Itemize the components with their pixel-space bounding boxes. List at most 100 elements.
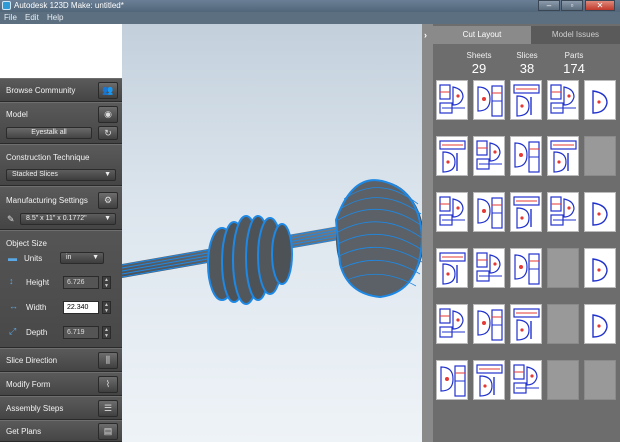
refresh-icon[interactable]: ↻	[98, 126, 118, 140]
width-label: Width	[26, 303, 47, 312]
browse-community-section[interactable]: Browse Community 👥	[0, 78, 122, 102]
menu-file[interactable]: File	[4, 13, 17, 22]
units-label: Units	[24, 254, 43, 263]
material-dropdown[interactable]: 8.5" x 11" x 0.1772" ▼	[20, 213, 116, 225]
width-field[interactable]: 22.340	[63, 301, 99, 314]
left-panel: Browse Community 👥 Model ◉ Eyestalk all …	[0, 78, 122, 442]
cut-parts-drawing	[476, 364, 503, 397]
cut-parts-drawing	[550, 196, 576, 226]
sheet-thumbnail[interactable]	[473, 360, 505, 400]
minimize-button[interactable]: –	[538, 0, 560, 11]
panel-toggle[interactable]: ›	[422, 24, 433, 442]
community-icon[interactable]: 👥	[98, 82, 118, 99]
units-value: in	[66, 254, 72, 261]
assembly-steps-section[interactable]: Assembly Steps ☰	[0, 396, 122, 420]
close-button[interactable]: ✕	[585, 0, 615, 11]
chevron-down-icon: ▼	[92, 254, 99, 261]
window-title: Autodesk 123D Make: untitled*	[14, 1, 124, 10]
tab-cut-layout[interactable]: Cut Layout	[433, 26, 531, 44]
menu-help[interactable]: Help	[47, 13, 63, 22]
sheet-thumbnail[interactable]	[584, 80, 616, 120]
model-section: Model ◉ Eyestalk all ↻	[0, 102, 122, 144]
sheet-thumbnail-empty[interactable]	[547, 360, 579, 400]
construction-technique-label: Construction Technique	[6, 153, 90, 162]
slice-direction-icon[interactable]: ⫼	[98, 352, 118, 369]
sheet-thumbnail[interactable]	[584, 192, 616, 232]
height-label: Height	[26, 278, 50, 287]
chevron-down-icon: ▼	[104, 215, 111, 222]
sheet-thumbnail[interactable]	[510, 360, 542, 400]
pencil-icon[interactable]: ✎	[7, 214, 15, 225]
document-icon[interactable]: ▤	[98, 423, 118, 440]
tab-model-issues[interactable]: Model Issues	[531, 26, 620, 44]
gear-icon[interactable]: ⚙	[98, 192, 118, 209]
slice-direction-label: Slice Direction	[6, 356, 58, 365]
assembly-steps-icon[interactable]: ☰	[98, 400, 118, 417]
cut-parts-drawing	[476, 252, 502, 282]
3d-viewport[interactable]	[121, 24, 424, 442]
cut-parts-drawing	[592, 314, 608, 338]
menu-edit[interactable]: Edit	[25, 13, 39, 22]
slices-value: 38	[519, 61, 535, 76]
cut-parts-drawing	[513, 364, 539, 394]
sheet-thumbnail[interactable]	[547, 80, 579, 120]
cut-parts-drawing	[513, 196, 540, 229]
sheet-thumbnail[interactable]	[473, 248, 505, 288]
sheet-thumbnail[interactable]	[510, 248, 542, 288]
sheet-thumbnail[interactable]	[436, 80, 468, 120]
right-panel: Cut Layout Model Issues Sheets 29 Slices…	[433, 24, 620, 442]
eye-icon[interactable]: ◉	[98, 106, 118, 123]
height-stepper[interactable]: ▲ ▼	[102, 276, 111, 289]
technique-value: Stacked Slices	[12, 171, 58, 178]
app-logo-icon	[2, 1, 11, 10]
modify-form-label: Modify Form	[6, 380, 51, 389]
sheet-thumbnail-empty[interactable]	[547, 248, 579, 288]
sheet-thumbnail-empty[interactable]	[584, 136, 616, 176]
sheet-thumbnail[interactable]	[547, 192, 579, 232]
sheet-thumbnail[interactable]	[436, 136, 468, 176]
sheet-thumbnail[interactable]	[473, 80, 505, 120]
sheet-thumbnail[interactable]	[510, 192, 542, 232]
height-icon: ↕	[9, 276, 14, 286]
sheet-thumbnail[interactable]	[547, 136, 579, 176]
sheet-thumbnail[interactable]	[436, 360, 468, 400]
sheet-thumbnail-empty[interactable]	[547, 304, 579, 344]
sheet-thumbnail[interactable]	[473, 192, 505, 232]
sheet-thumbnail[interactable]	[510, 80, 542, 120]
sheet-thumbnail[interactable]	[473, 136, 505, 176]
cut-parts-drawing	[592, 202, 608, 226]
construction-technique-section: Construction Technique Stacked Slices ▼	[0, 144, 122, 186]
sheet-thumbnail[interactable]	[436, 248, 468, 288]
sheet-thumbnail-empty[interactable]	[584, 360, 616, 400]
modify-form-section[interactable]: Modify Form ⌇	[0, 372, 122, 396]
height-field[interactable]: 6.726	[63, 276, 99, 289]
eyestalk-all-button[interactable]: Eyestalk all	[6, 127, 92, 139]
cut-parts-drawing	[439, 196, 465, 226]
sheet-thumbnail[interactable]	[436, 304, 468, 344]
cut-parts-drawing	[477, 197, 503, 229]
object-size-section: Object Size ▬ Units in ▼ ↕ Height 6.726 …	[0, 230, 122, 348]
cut-parts-drawing	[550, 140, 577, 173]
width-icon: ↔	[9, 301, 18, 311]
sheet-thumbnail[interactable]	[510, 136, 542, 176]
sliced-model-render	[121, 179, 424, 305]
maximize-button[interactable]: ▫	[561, 0, 583, 11]
depth-field[interactable]: 6.719	[63, 326, 99, 339]
sheet-thumbnail[interactable]	[436, 192, 468, 232]
cut-parts-drawing	[550, 84, 576, 114]
get-plans-section[interactable]: Get Plans ▤	[0, 420, 122, 442]
depth-stepper[interactable]: ▲ ▼	[102, 326, 111, 339]
modify-form-icon[interactable]: ⌇	[98, 376, 118, 393]
sheet-thumbnail[interactable]	[584, 248, 616, 288]
cut-parts-drawing	[592, 90, 608, 114]
sheet-thumbnail[interactable]	[473, 304, 505, 344]
slice-direction-section[interactable]: Slice Direction ⫼	[0, 348, 122, 372]
manufacturing-settings-section: Manufacturing Settings ⚙ ✎ 8.5" x 11" x …	[0, 186, 122, 230]
units-dropdown[interactable]: in ▼	[60, 252, 104, 264]
width-stepper[interactable]: ▲ ▼	[102, 301, 111, 314]
technique-dropdown[interactable]: Stacked Slices ▼	[6, 169, 116, 181]
sheet-thumbnail[interactable]	[510, 304, 542, 344]
cut-parts-drawing	[439, 140, 466, 173]
sheet-thumbnail[interactable]	[584, 304, 616, 344]
cut-parts-drawing	[592, 258, 608, 282]
